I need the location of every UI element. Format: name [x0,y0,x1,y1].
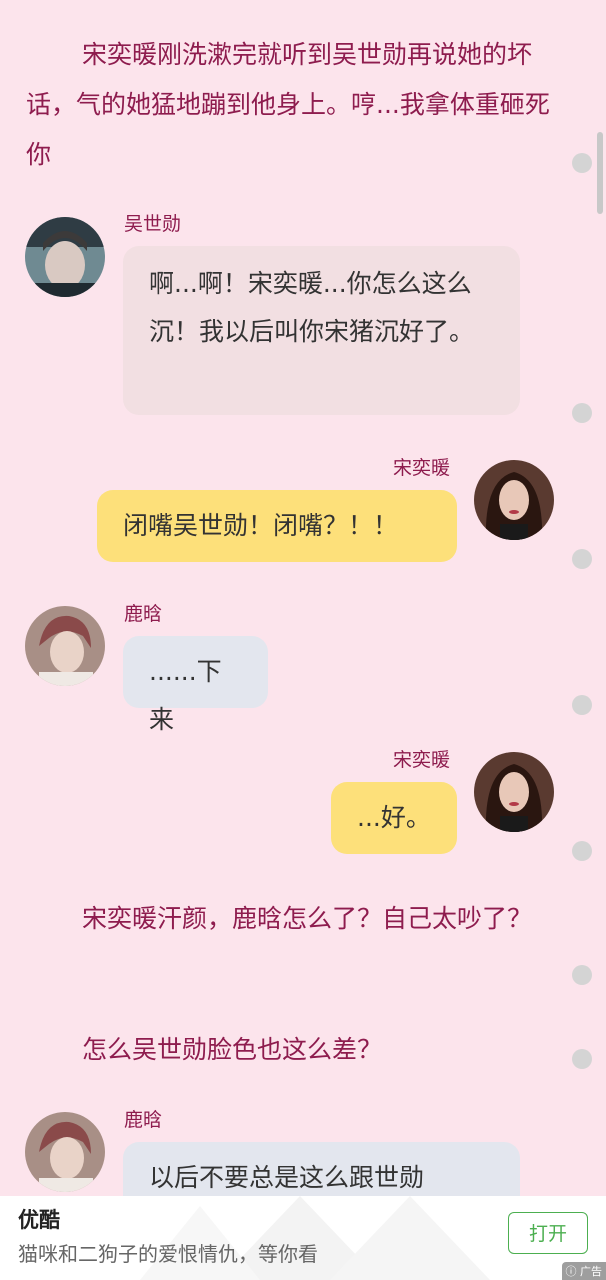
comment-dot[interactable] [572,403,592,423]
comment-dot[interactable] [572,841,592,861]
narration-paragraph: 宋奕暖刚洗漱完就听到吴世勋再说她的坏话，气的她猛地蹦到他身上。哼...我拿体重砸… [26,40,550,169]
avatar-wushixun[interactable] [25,217,105,297]
message-bubble: ...好。 [331,782,457,854]
message-bubble: 闭嘴吴世勋！闭嘴？！！ [97,490,457,562]
comment-dot[interactable] [572,1049,592,1069]
scrollbar[interactable] [597,132,603,214]
avatar-songyinuan[interactable] [474,752,554,832]
message-bubble: ......下来 [123,636,268,734]
message-bubble: 啊...啊！宋奕暖...你怎么这么沉！我以后叫你宋猪沉好了。 [123,246,520,415]
ad-open-button[interactable]: 打开 [508,1212,588,1254]
ad-info-icon: ⓘ [565,1265,577,1278]
ad-banner[interactable]: 优酷 猫咪和二狗子的爱恨情仇，等你看 打开 ⓘ 广告 [0,1196,606,1280]
ad-title: 优酷 [18,1208,60,1232]
narration-paragraph: 宋奕暖汗颜，鹿晗怎么了？自己太吵了？ [82,904,533,933]
speaker-name: 宋奕暖 [393,749,451,771]
narration-paragraph: 怎么吴世勋脸色也这么差？ [82,1035,383,1064]
avatar-luhan[interactable] [25,606,105,686]
speaker-name: 宋奕暖 [393,457,451,479]
ad-tag-text: 广告 [580,1265,602,1278]
comment-dot[interactable] [572,549,592,569]
speaker-name: 吴世勋 [124,213,182,235]
speaker-name: 鹿晗 [124,603,163,625]
ad-description: 猫咪和二狗子的爱恨情仇，等你看 [18,1242,318,1266]
avatar-luhan[interactable] [25,1112,105,1192]
comment-dot[interactable] [572,153,592,173]
comment-dot[interactable] [572,965,592,985]
ad-label: ⓘ 广告 [561,1262,606,1280]
speaker-name: 鹿晗 [124,1109,163,1131]
comment-dot[interactable] [572,695,592,715]
avatar-songyinuan[interactable] [474,460,554,540]
